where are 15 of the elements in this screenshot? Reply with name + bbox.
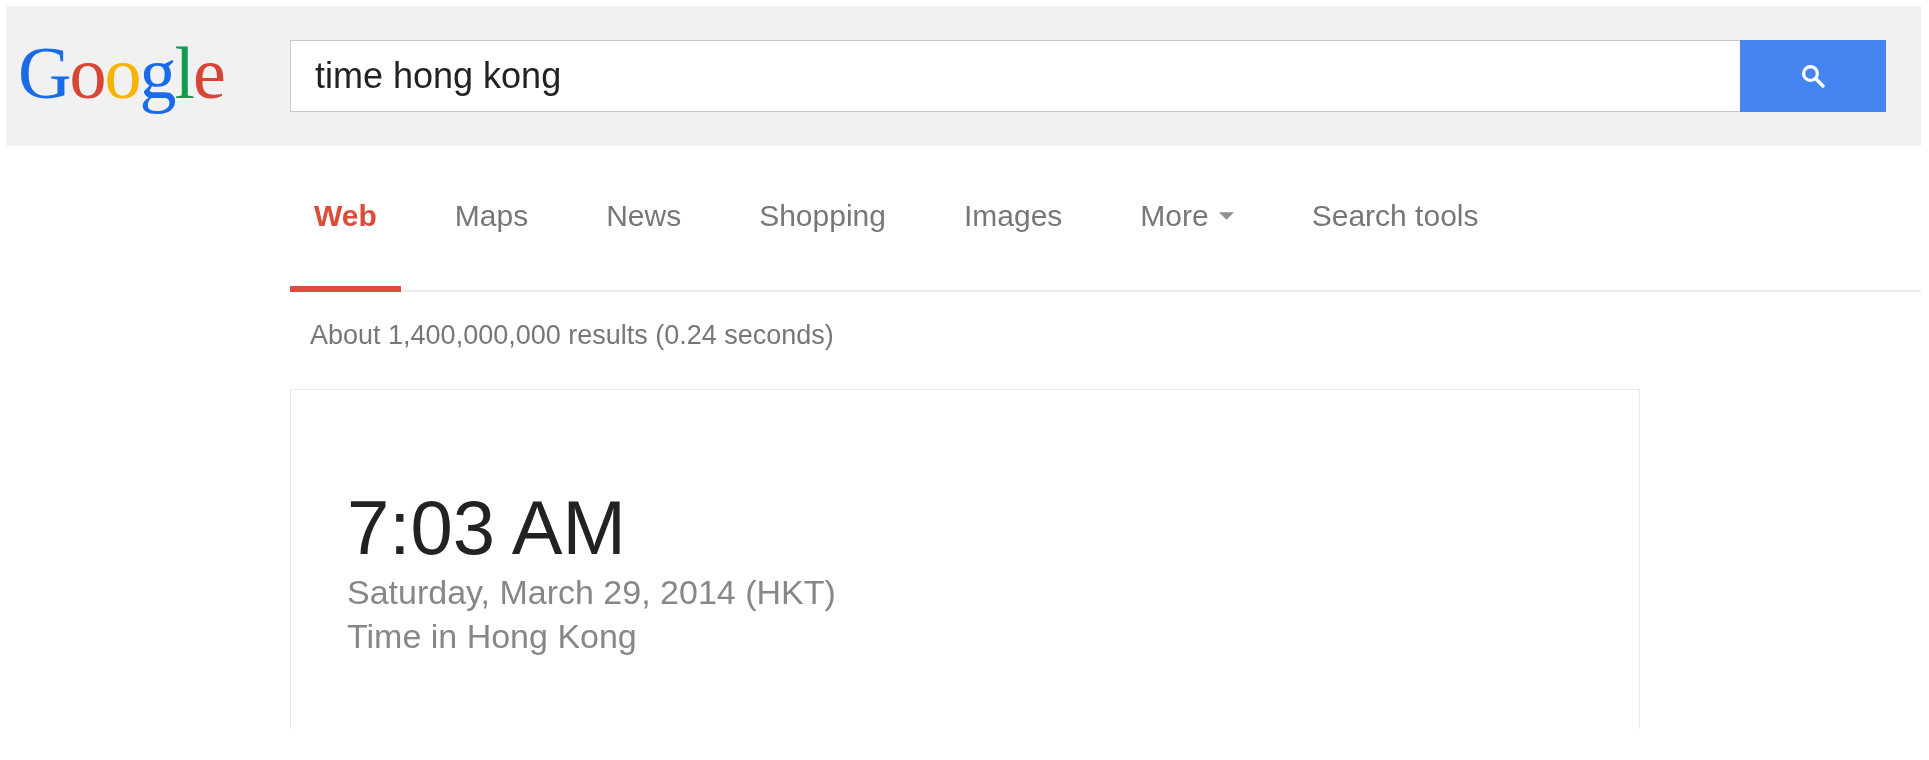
nav-tab[interactable]: Web bbox=[290, 146, 401, 292]
result-stats: About 1,400,000,000 results (0.24 seconds) bbox=[310, 320, 835, 351]
nav-tab[interactable]: Maps bbox=[430, 146, 553, 292]
caret-icon bbox=[1218, 212, 1234, 220]
search-field[interactable]: time hong kong bbox=[290, 40, 1740, 112]
caption-text: Time in Hong Kong bbox=[347, 615, 638, 657]
nav-tab[interactable]: News bbox=[582, 146, 706, 292]
nav-tab[interactable]: Images bbox=[939, 146, 1087, 292]
time-text: 7:03 AM bbox=[347, 486, 627, 570]
date-text: Saturday, March 29, 2014 (HKT) bbox=[347, 571, 837, 613]
nav-tab[interactable]: Search tools bbox=[1287, 146, 1503, 292]
nav-tab[interactable]: More bbox=[1116, 146, 1258, 292]
logo[interactable]: Google bbox=[18, 30, 290, 116]
search-button[interactable] bbox=[1740, 40, 1886, 112]
nav-tab[interactable]: Shopping bbox=[735, 146, 910, 292]
